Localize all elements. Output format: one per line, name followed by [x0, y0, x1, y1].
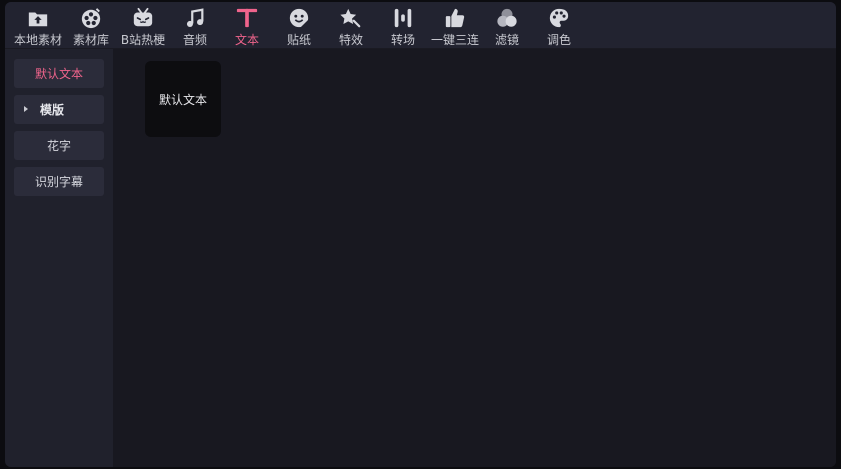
sidebar-item-label: 模版	[40, 103, 65, 117]
tab-bilibili-memes[interactable]: B站热梗	[117, 2, 169, 48]
tab-label: 滤镜	[494, 33, 519, 47]
text-t-icon	[236, 8, 258, 28]
sidebar-item-label: 识别字幕	[34, 175, 83, 189]
tab-label: B站热梗	[120, 33, 166, 47]
sidebar-item-fancy-text[interactable]: 花字	[14, 131, 104, 160]
sidebar-item-templates[interactable]: 模版	[14, 95, 104, 124]
tab-label: 音频	[182, 33, 207, 47]
tab-color-grading[interactable]: 调色	[533, 2, 585, 48]
sparkle-star-icon	[340, 8, 361, 28]
sidebar-item-label: 默认文本	[34, 67, 83, 81]
palette-icon	[549, 8, 569, 28]
film-reel-icon	[81, 8, 101, 29]
thumbs-up-icon	[445, 8, 465, 28]
music-note-icon	[186, 8, 204, 27]
tab-stickers[interactable]: 贴纸	[273, 2, 325, 48]
tab-text[interactable]: 文本	[221, 2, 273, 48]
sidebar-item-auto-subtitles[interactable]: 识别字幕	[14, 167, 104, 196]
tab-label: 贴纸	[286, 33, 311, 47]
tab-filters[interactable]: 滤镜	[481, 2, 533, 48]
caret-right-icon	[24, 106, 28, 112]
asset-toolbar: 本地素材 素材库 B站热梗 音频 文本 贴纸 特效 转场 一键三连 滤镜 调色	[5, 2, 836, 49]
sidebar-item-default-text[interactable]: 默认文本	[14, 59, 104, 88]
default-text-preset-card[interactable]: 默认文本	[145, 61, 221, 137]
tab-triple-action[interactable]: 一键三连	[429, 2, 481, 48]
editor-window: 本地素材 素材库 B站热梗 音频 文本 贴纸 特效 转场 一键三连 滤镜 调色 …	[5, 2, 836, 467]
tab-label: 素材库	[72, 33, 109, 47]
transition-bars-icon	[394, 8, 412, 28]
tab-label: 调色	[546, 33, 571, 47]
tab-material-library[interactable]: 素材库	[65, 2, 117, 48]
tab-effects[interactable]: 特效	[325, 2, 377, 48]
tab-local-assets[interactable]: 本地素材	[12, 2, 64, 48]
tab-label: 转场	[390, 33, 415, 47]
filter-circles-icon	[497, 8, 517, 27]
sticker-smile-icon	[289, 8, 309, 28]
text-category-sidebar: 默认文本 模版 花字 识别字幕	[5, 49, 113, 467]
tab-transitions[interactable]: 转场	[377, 2, 429, 48]
sidebar-item-label: 花字	[46, 139, 71, 153]
tab-audio[interactable]: 音频	[169, 2, 221, 48]
tab-label: 本地素材	[13, 33, 62, 47]
tab-label: 特效	[338, 33, 363, 47]
upload-folder-icon	[28, 12, 48, 27]
preset-grid: 默认文本	[113, 49, 836, 467]
tab-label: 一键三连	[430, 33, 479, 47]
tab-label: 文本	[234, 33, 259, 47]
bilibili-tv-icon	[133, 7, 153, 27]
preset-label: 默认文本	[158, 92, 207, 107]
